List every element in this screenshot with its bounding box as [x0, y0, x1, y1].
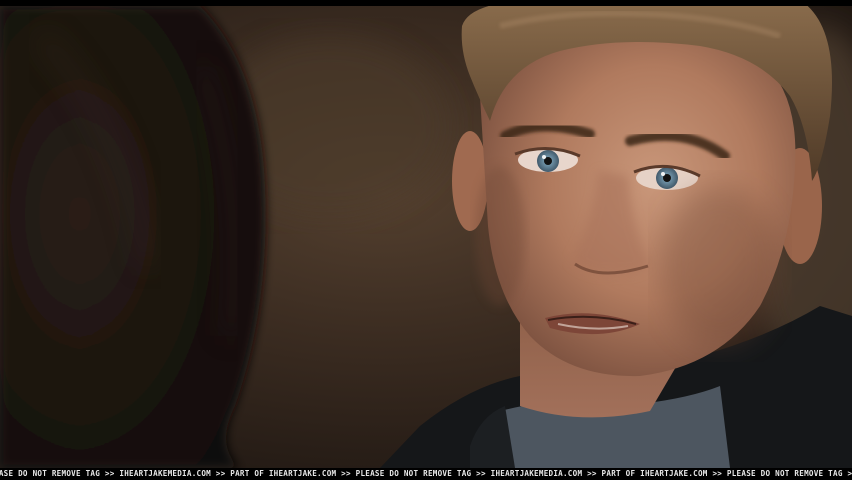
video-frame: EASE DO NOT REMOVE TAG >> IHEARTJAKEMEDI… — [0, 0, 852, 480]
film-still-illustration — [0, 6, 852, 468]
film-still — [0, 6, 852, 468]
watermark-text: EASE DO NOT REMOVE TAG >> IHEARTJAKEMEDI… — [0, 469, 852, 478]
watermark-strip: EASE DO NOT REMOVE TAG >> IHEARTJAKEMEDI… — [0, 468, 852, 480]
